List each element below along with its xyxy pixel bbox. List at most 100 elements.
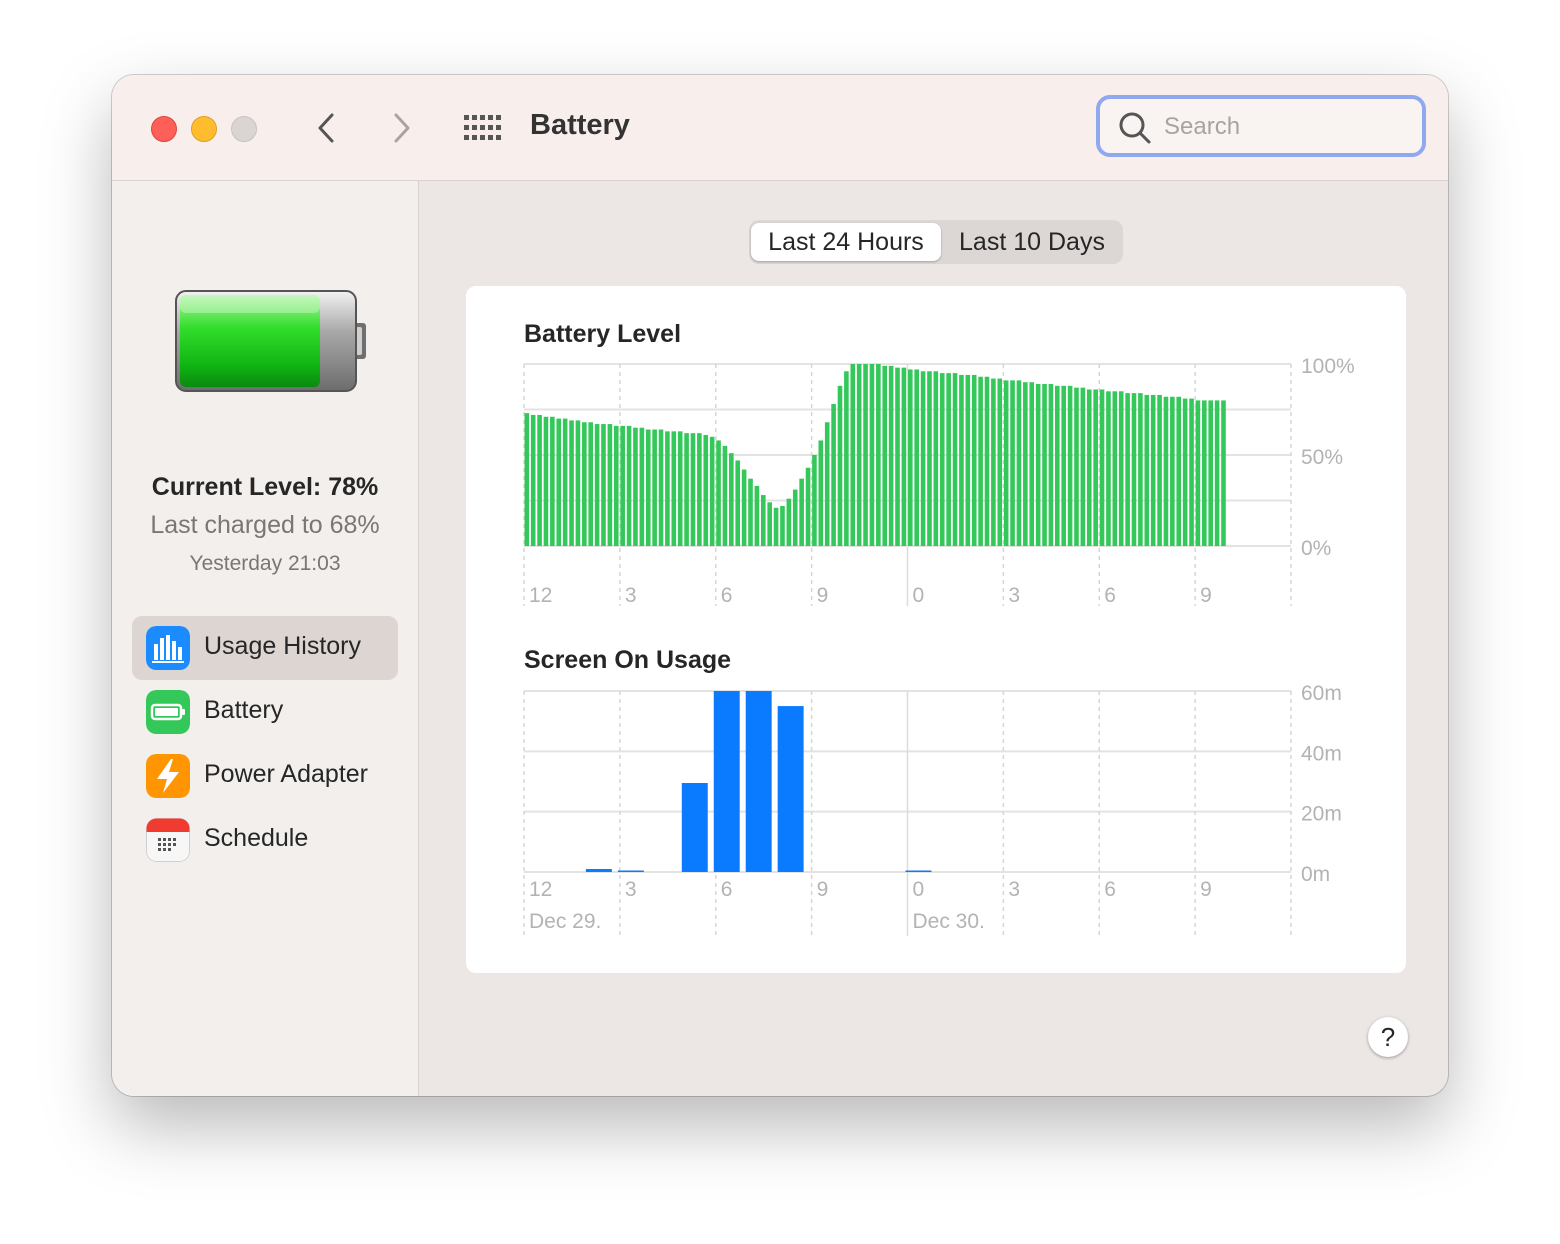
battery-level-bar (767, 502, 772, 546)
battery-level-bar (908, 369, 913, 546)
sidebar-item-usage-history[interactable]: Usage History (132, 616, 398, 680)
battery-level-bar (652, 429, 657, 546)
minimize-button[interactable] (191, 116, 217, 142)
search-input[interactable] (1162, 109, 1406, 145)
battery-level-bar (850, 364, 856, 546)
battery-preferences-window: Battery Search Current Level: 78% Last c… (112, 75, 1448, 1096)
last-charged: Last charged to 68% (150, 511, 380, 539)
battery-level-bar (716, 440, 721, 546)
y-tick-label: 50% (1301, 446, 1343, 469)
back-button[interactable] (309, 108, 345, 148)
battery-level-bar (1042, 384, 1047, 546)
segment-last-10-days[interactable]: Last 10 Days (943, 223, 1121, 261)
lightning-icon (146, 754, 190, 798)
zoom-button[interactable] (231, 116, 257, 142)
battery-level-bar (965, 374, 971, 546)
battery-level-bar (607, 424, 613, 546)
date-label: Dec 30. (913, 910, 985, 933)
battery-level-bar (914, 369, 919, 546)
x-tick-label: 12 (529, 584, 552, 607)
battery-level-bar (805, 467, 811, 546)
y-tick-label: 40m (1301, 742, 1342, 765)
battery-level-bar (677, 431, 683, 546)
battery-level-bar (792, 489, 798, 546)
battery-level-bar (1061, 385, 1066, 546)
battery-level-bar (1099, 389, 1105, 546)
battery-level-bar (1029, 382, 1035, 546)
y-tick-label: 100% (1301, 355, 1355, 378)
battery-level-bar (1106, 391, 1111, 546)
last-charged-time: Yesterday 21:03 (189, 552, 341, 575)
battery-level-bar (639, 427, 645, 546)
current-level: Current Level: 78% (151, 473, 379, 501)
battery-level-bar (1214, 400, 1220, 546)
battery-level-bar (780, 505, 785, 546)
sidebar-item-label: Power Adapter (204, 760, 368, 788)
battery-level-bar (569, 420, 574, 546)
battery-level-bar (1093, 389, 1098, 546)
battery-level-bar (863, 364, 868, 546)
x-tick-label: 6 (1104, 584, 1116, 607)
x-tick-label: 9 (1200, 584, 1212, 607)
x-tick-label: 6 (721, 878, 733, 901)
close-button[interactable] (151, 116, 177, 142)
window-title: Battery (530, 109, 630, 141)
battery-level-bar (1048, 384, 1054, 546)
battery-level-bar (1208, 400, 1213, 546)
grid-icon (464, 115, 501, 140)
battery-level-bar (971, 374, 977, 546)
battery-level-bar (620, 425, 625, 546)
screen-usage-bar (681, 783, 708, 872)
x-tick-label: 9 (817, 878, 829, 901)
battery-level-bar (799, 478, 804, 546)
x-tick-label: 9 (1200, 878, 1212, 901)
battery-level-bar (1086, 389, 1092, 546)
battery-level-bar (984, 376, 990, 546)
forward-button[interactable] (383, 108, 419, 148)
chevron-right-icon (394, 113, 410, 143)
screen-on-usage-frame: 60m 40m 20m 0m 12 3 6 9 0 3 6 9 Dec 29. Dec 30. (523, 682, 1342, 936)
help-button[interactable]: ? (1368, 1017, 1408, 1057)
segment-last-24-hours[interactable]: Last 24 Hours (751, 223, 941, 261)
battery-level-bar (1074, 387, 1079, 546)
battery-level-bar (920, 371, 926, 546)
battery-level-bar (786, 498, 792, 546)
battery-level-bar (1003, 380, 1009, 546)
battery-level-bar (978, 376, 983, 546)
search-field[interactable] (1096, 95, 1426, 157)
screen-usage-bar (617, 870, 644, 872)
battery-level-bar (882, 365, 888, 546)
battery-level-bar (575, 420, 581, 546)
calendar-icon (146, 818, 190, 862)
battery-level-bar (1144, 394, 1150, 546)
x-tick-label: 12 (529, 878, 552, 901)
battery-level-bar (1170, 396, 1175, 546)
usage-charts: 100% 50% 0% 12 3 6 9 0 3 6 9 60m 40m 20m 0m 12 3 6 9 0 3 6 9 De… (523, 355, 1355, 936)
battery-level-bar (613, 425, 619, 546)
screen-usage-bar (905, 870, 932, 872)
battery-level-bar (530, 414, 536, 546)
battery-level-bar (927, 371, 932, 546)
sidebar-item-battery[interactable]: Battery (132, 680, 398, 744)
battery-level-bar (773, 507, 779, 546)
battery-level-bar (869, 364, 875, 546)
sidebar-item-power-adapter[interactable]: Power Adapter (132, 744, 398, 808)
screen-usage-bar (745, 691, 772, 872)
magnifier-icon (1119, 112, 1151, 144)
battery-level-bar (1182, 398, 1188, 546)
x-tick-label: 6 (1104, 878, 1116, 901)
battery-level-bar (709, 436, 715, 546)
sidebar-item-label: Usage History (204, 632, 361, 660)
battery-level-bar (665, 431, 670, 546)
sidebar-item-schedule[interactable]: Schedule (132, 808, 398, 872)
battery-level-bar (831, 404, 836, 546)
battery-level-bar (626, 425, 632, 546)
usage-history-card: Battery Level Screen On Usage 100% 50% 0% 1… (466, 286, 1406, 973)
x-tick-label: 6 (721, 584, 733, 607)
battery-level-bar (729, 453, 734, 546)
battery-level-bar (754, 485, 760, 546)
screen-usage-bar (777, 706, 804, 872)
battery-level-bar (818, 440, 824, 546)
show-all-button[interactable] (462, 113, 502, 143)
battery-level-bar (1035, 384, 1041, 546)
